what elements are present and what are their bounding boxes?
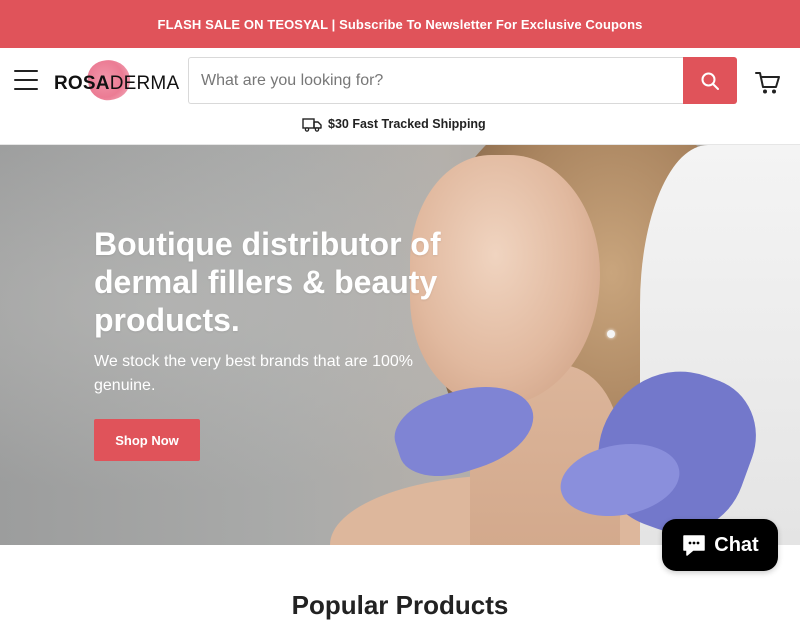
section-heading: Popular Products [291, 590, 509, 620]
chat-label[interactable]: Chat [714, 534, 758, 557]
hero-subtitle: We stock the very best brands that are 1… [94, 353, 413, 394]
chat-icon [683, 535, 706, 556]
hero-title: Boutique distributor of dermal fillers &… [94, 226, 441, 338]
truck-icon [302, 118, 322, 132]
promo-bar[interactable]: FLASH SALE ON TEOSYAL | Subscribe To New… [0, 0, 800, 48]
cart-icon [755, 72, 780, 94]
logo-wordmark: ROSADERMA [54, 73, 180, 94]
hero-banner: Boutique distributor of dermal fillers &… [0, 145, 800, 545]
menu-icon[interactable] [14, 70, 38, 90]
site-header: ROSADERMA $30 Fast Tracked Shipping [0, 48, 800, 145]
shipping-text[interactable]: $30 Fast Tracked Shipping [328, 117, 486, 131]
search-button[interactable] [683, 57, 737, 104]
search-bar [188, 57, 737, 104]
shipping-link[interactable]: $30 Fast Tracked Shipping [302, 114, 486, 134]
search-icon [701, 72, 719, 90]
cart-button[interactable] [754, 70, 782, 96]
chat-button[interactable]: Chat [662, 519, 778, 571]
site-logo[interactable]: ROSADERMA [52, 56, 180, 104]
promo-text[interactable]: FLASH SALE ON TEOSYAL | Subscribe To New… [158, 17, 643, 32]
search-input[interactable] [188, 57, 683, 104]
hero-image-earring [607, 330, 615, 338]
shop-now-button[interactable]: Shop Now [94, 419, 200, 461]
